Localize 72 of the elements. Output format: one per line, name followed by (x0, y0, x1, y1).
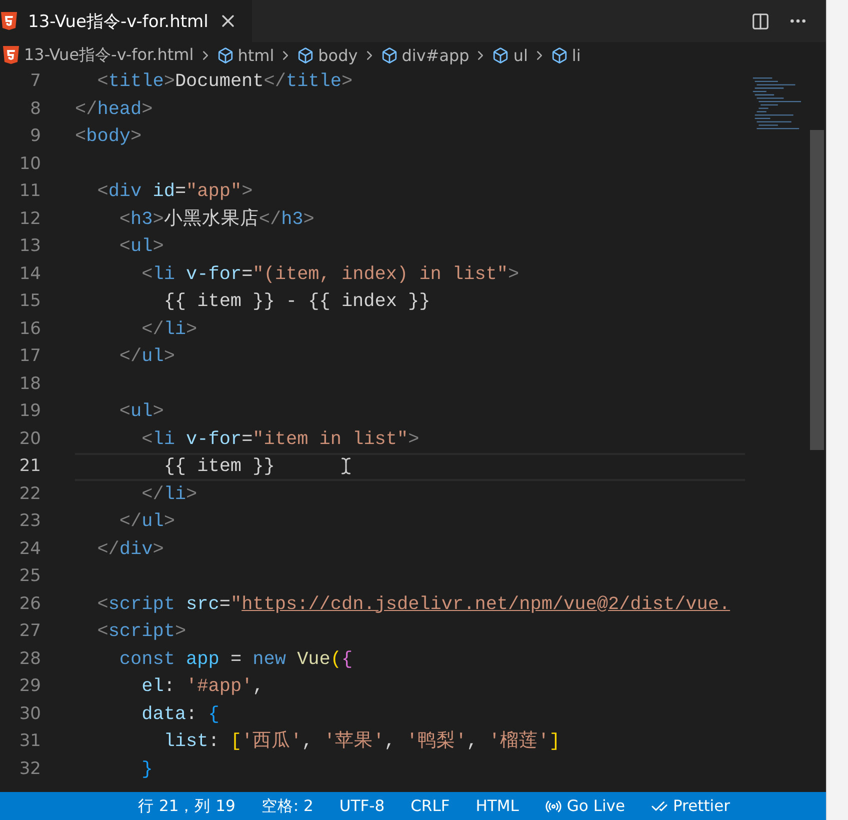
code-line: <title>Document</title> (96, 71, 353, 92)
line-number: 20 (18, 428, 42, 450)
cube-icon (550, 46, 568, 64)
breadcrumb-item[interactable]: html (238, 46, 274, 64)
scrollbar-thumb[interactable] (810, 130, 824, 450)
code-line: {{ item }} (162, 456, 275, 477)
line-number: 25 (18, 565, 42, 588)
code-line: <script> (96, 621, 186, 642)
code-line: el: '#app', (140, 676, 264, 697)
line-number: 11 (18, 180, 42, 203)
line-number: 29 (18, 675, 42, 698)
line-number: 21 (18, 455, 42, 478)
code-line: list: ['西瓜', '苹果', '鸭梨', '榴莲'] (162, 731, 560, 752)
line-number: 13 (18, 235, 42, 258)
status-item[interactable]: HTML (476, 797, 519, 815)
line-number: 12 (18, 208, 42, 230)
status-item[interactable]: 空格: 2 (261, 796, 314, 816)
code-line: {{ item }} - {{ index }} (162, 291, 430, 312)
status-item[interactable]: 行 21，列 19 (138, 796, 236, 816)
line-number: 19 (18, 400, 42, 423)
line-number: 24 (18, 538, 42, 560)
line-number: 18 (18, 372, 42, 396)
breadcrumb-item[interactable]: 13-Vue指令-v-for.html (24, 44, 194, 66)
code-line: </li> (140, 318, 198, 340)
line-number: 32 (18, 758, 42, 780)
code-line: <ul> (118, 401, 164, 422)
status-item[interactable]: UTF-8 (339, 797, 385, 815)
cube-icon (297, 46, 314, 64)
code-line: </div> (96, 538, 164, 560)
breadcrumb-item[interactable]: ul (513, 46, 528, 64)
line-number: 31 (18, 730, 42, 753)
breadcrumb-item[interactable]: body (318, 46, 358, 64)
line-number: 9 (29, 125, 42, 148)
line-number: 17 (18, 345, 42, 368)
line-number: 15 (18, 290, 42, 313)
cube-icon (216, 46, 234, 64)
code-line: data: { (140, 704, 220, 724)
code-line: </ul> (118, 511, 175, 532)
code-line: <li v-for="item in list"> (140, 428, 420, 450)
code-line: <ul> (118, 236, 164, 257)
line-number: 14 (18, 262, 42, 286)
breadcrumb-item[interactable]: li (572, 46, 581, 64)
line-number: 27 (18, 620, 42, 643)
code-line: <h3>小黑水果店</h3> (118, 208, 314, 230)
split-editor-icon[interactable] (751, 12, 770, 30)
prettier-button[interactable]: Prettier (650, 797, 730, 815)
cube-icon (380, 46, 398, 64)
line-number: 8 (29, 98, 42, 120)
code-line: </li> (140, 484, 198, 504)
line-number: 23 (18, 510, 42, 533)
go-live-button[interactable]: Go Live (544, 797, 625, 815)
code-line: <div id="app"> (96, 181, 253, 202)
line-number: 28 (18, 648, 42, 670)
code-line: const app = new Vue({ (118, 648, 353, 670)
html5-file-icon (0, 11, 18, 31)
line-number: 22 (18, 482, 42, 506)
line-number: 7 (29, 70, 42, 93)
code-line: } (140, 758, 153, 780)
code-line: <script src="https://cdn.jsdelivr.net/npm/vue@2/dist/vue. (96, 594, 730, 614)
line-number: 16 (18, 318, 42, 340)
status-item[interactable]: CRLF (410, 797, 450, 815)
line-number: 10 (18, 152, 42, 176)
code-line: <body> (75, 126, 142, 147)
line-number: 26 (18, 592, 42, 616)
line-number: 30 (18, 702, 42, 726)
cube-icon (492, 46, 510, 64)
breadcrumb-item[interactable]: div#app (402, 46, 470, 64)
code-line: </ul> (118, 346, 175, 367)
code-line: <li v-for="(item, index) in list"> (140, 264, 520, 284)
editor-tab[interactable]: 13-Vue指令-v-for.html (0, 0, 252, 42)
html5-file-icon (2, 45, 20, 65)
code-line: </head> (75, 98, 153, 120)
